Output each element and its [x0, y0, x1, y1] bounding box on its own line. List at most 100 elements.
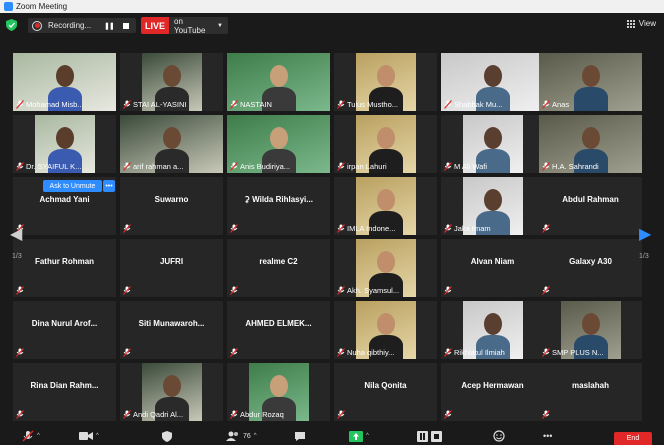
participant-label: Jaka Imam: [454, 224, 491, 233]
share-screen-icon: [349, 430, 363, 442]
participant-tile[interactable]: irpan Lahuri: [334, 115, 437, 173]
recording-label: Recording...: [48, 21, 92, 30]
participant-label: IMLA Indone...: [347, 224, 396, 233]
chevron-up-icon[interactable]: ^: [254, 433, 257, 439]
prev-page-icon[interactable]: ◀: [10, 224, 22, 244]
share-screen-button[interactable]: ^: [349, 430, 369, 442]
participant-tile[interactable]: M Ali Wafi: [441, 115, 544, 173]
participant-tile[interactable]: SMP PLUS N...: [539, 301, 642, 359]
participant-tile[interactable]: Rikhlatul Ilmiah: [441, 301, 544, 359]
participant-tile[interactable]: Shabbak Mu...: [441, 53, 544, 111]
zoom-logo-icon: [4, 2, 13, 11]
participant-name: Dina Nurul Arof...: [31, 319, 98, 328]
chevron-up-icon[interactable]: ^: [366, 433, 369, 439]
participant-label: Anis Budiriya...: [240, 162, 291, 171]
chevron-up-icon[interactable]: ^: [96, 433, 99, 439]
participant-tile[interactable]: ⚳ Wilda Rihlasyi...: [227, 177, 330, 235]
participant-tile[interactable]: Nila Qonita: [334, 363, 437, 421]
participant-name: Acep Hermawan: [461, 381, 524, 390]
participant-label: irpan Lahuri: [347, 162, 387, 171]
participant-label: Mohamad Misb...: [26, 100, 84, 109]
participant-tile[interactable]: IMLA Indone...: [334, 177, 437, 235]
page-indicator-left: 1/3: [12, 253, 22, 260]
video-button[interactable]: ^: [79, 430, 99, 442]
chat-icon: [295, 431, 305, 441]
mic-muted-icon: [542, 410, 550, 419]
participant-name: JUFRI: [159, 257, 184, 266]
participant-tile[interactable]: Anas: [539, 53, 642, 111]
chevron-down-icon: ▼: [217, 22, 223, 29]
mic-muted-icon: [230, 348, 238, 357]
next-page-icon[interactable]: ▶: [639, 224, 651, 244]
participant-tile[interactable]: realme C2: [227, 239, 330, 297]
participant-tile[interactable]: Galaxy A30: [539, 239, 642, 297]
end-meeting-button[interactable]: End: [614, 432, 652, 445]
participant-tile[interactable]: Andi Qadri Al...: [120, 363, 223, 421]
more-toolbar-button[interactable]: •••: [543, 430, 552, 442]
more-options-button[interactable]: •••: [103, 180, 115, 192]
participant-name: Suwarno: [154, 195, 189, 204]
meeting-toolbar: ^ ^ 76 ^ ^ •••: [0, 427, 664, 445]
participant-label: STAI AL-YASINI: [133, 100, 187, 109]
participant-tile[interactable]: Acep Hermawan: [441, 363, 544, 421]
participant-tile[interactable]: Siti Munawaroh...: [120, 301, 223, 359]
live-badge: LIVE: [141, 17, 170, 34]
recording-indicator: Recording... ❚❚: [28, 18, 136, 33]
participant-label: arif rahman a...: [133, 162, 184, 171]
mic-muted-icon: [444, 286, 452, 295]
participant-label: Nuha qibthiy...: [347, 348, 395, 357]
mic-muted-icon: [16, 348, 24, 357]
shield-icon[interactable]: [6, 19, 17, 31]
participant-label: Anas: [552, 100, 570, 109]
participant-tile[interactable]: Dr. SYAIFUL K...: [13, 115, 116, 173]
participant-tile[interactable]: Rina Dian Rahm...: [13, 363, 116, 421]
live-stream-control[interactable]: LIVE on YouTube ▼: [141, 17, 228, 35]
participant-name: realme C2: [259, 257, 298, 266]
security-button[interactable]: [162, 430, 172, 442]
reactions-button[interactable]: [493, 430, 505, 442]
mic-muted-icon: [542, 286, 550, 295]
participant-tile[interactable]: arif rahman a...: [120, 115, 223, 173]
participant-name: Alvan Niam: [470, 257, 515, 266]
pause-recording-icon[interactable]: ❚❚: [104, 22, 115, 30]
live-target[interactable]: on YouTube ▼: [169, 17, 228, 35]
view-button[interactable]: View: [626, 19, 656, 28]
participant-tile[interactable]: Jaka Imam: [441, 177, 544, 235]
participant-tile[interactable]: Alvan Niam: [441, 239, 544, 297]
chat-button[interactable]: [294, 430, 306, 442]
chevron-up-icon[interactable]: ^: [37, 433, 40, 439]
more-dots-icon: •••: [543, 431, 553, 441]
participants-count: 76: [243, 432, 251, 440]
participant-tile[interactable]: NASTAIN: [227, 53, 330, 111]
participant-name: ⚳ Wilda Rihlasyi...: [244, 195, 313, 204]
participant-label: Tulus Mustho...: [347, 100, 398, 109]
smiley-icon: [493, 430, 505, 442]
participant-tile[interactable]: Nuha qibthiy...: [334, 301, 437, 359]
page-indicator-right: 1/3: [639, 253, 649, 260]
participant-tile[interactable]: Abdur Rozaq: [227, 363, 330, 421]
participant-tile[interactable]: Anis Budiriya...: [227, 115, 330, 173]
participant-label: Akh. Syamsul...: [347, 286, 400, 295]
participant-tile[interactable]: Tulus Mustho...: [334, 53, 437, 111]
participant-tile[interactable]: Dina Nurul Arof...: [13, 301, 116, 359]
ask-to-unmute-button[interactable]: Ask to Unmute: [43, 180, 102, 192]
participant-tile[interactable]: JUFRI: [120, 239, 223, 297]
participant-tile[interactable]: Akh. Syamsul...: [334, 239, 437, 297]
participant-tile[interactable]: Mohamad Misb...: [13, 53, 116, 111]
participant-label: Dr. SYAIFUL K...: [26, 162, 82, 171]
mute-button[interactable]: ^: [22, 430, 40, 442]
participants-button[interactable]: 76 ^: [226, 430, 257, 442]
recording-control-button[interactable]: [417, 430, 443, 442]
participant-tile[interactable]: Suwarno: [120, 177, 223, 235]
participants-icon: [226, 431, 238, 441]
stop-recording-icon[interactable]: [122, 22, 129, 29]
participant-tile[interactable]: Abdul Rahman: [539, 177, 642, 235]
participant-tile[interactable]: AHMED ELMEK...: [227, 301, 330, 359]
participant-tile[interactable]: Fathur Rohman: [13, 239, 116, 297]
participant-name: Achmad Yani: [39, 195, 90, 204]
participant-tile[interactable]: maslahah: [539, 363, 642, 421]
view-label: View: [638, 19, 656, 28]
participant-tile[interactable]: H.A. Sahrandi: [539, 115, 642, 173]
participant-name: Nila Qonita: [364, 381, 407, 390]
participant-tile[interactable]: STAI AL-YASINI: [120, 53, 223, 111]
